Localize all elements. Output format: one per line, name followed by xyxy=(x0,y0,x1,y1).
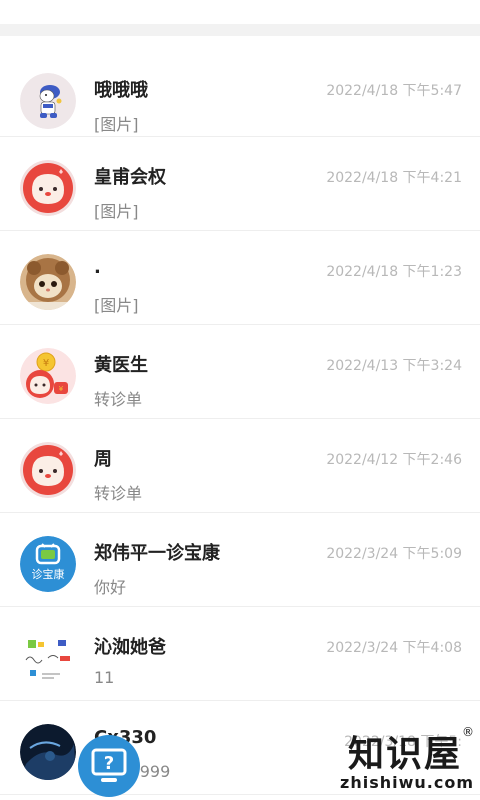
message-time: 2022/4/13 下午3:24 xyxy=(326,358,462,374)
conversation-item[interactable]: 沁洳她爸 11 2022/3/24 下午4:08 xyxy=(0,607,480,701)
cartoon-rabbit-icon xyxy=(20,73,76,129)
contact-name: . xyxy=(94,257,101,278)
avatar xyxy=(20,73,76,129)
message-time: 2022/3/24 下午5:09 xyxy=(326,546,462,562)
message-preview: [图片] xyxy=(94,115,139,134)
message-preview: 你好 xyxy=(94,578,127,597)
contact-name: 皇甫会权 xyxy=(94,167,166,188)
message-time: 2022/4/18 下午4:21 xyxy=(326,170,462,186)
chat-list-screen: 哦哦哦 [图片] 2022/4/18 下午5:47 皇甫会权 [图片] 2022… xyxy=(0,0,480,800)
coin-face-icon: ¥ ¥ xyxy=(20,348,76,404)
cat-hood-icon xyxy=(20,254,76,310)
section-divider xyxy=(0,24,480,36)
conversation-item[interactable]: 周 转诊单 2022/4/12 下午2:46 xyxy=(0,419,480,513)
message-time: 2022/4/18 下午1:23 xyxy=(326,264,462,280)
red-face-icon xyxy=(20,160,76,216)
message-preview: 11 xyxy=(94,668,115,687)
message-preview: 转诊单 xyxy=(94,484,143,503)
contact-name: 沁洳她爸 xyxy=(94,637,166,658)
zhenbaokang-logo-text: 诊宝康 xyxy=(32,567,65,581)
svg-text:?: ? xyxy=(104,753,114,774)
message-time: 2022/3/24 下午4:08 xyxy=(326,640,462,656)
message-time: 2022/4/18 下午5:47 xyxy=(326,83,462,99)
avatar: ¥ ¥ xyxy=(20,348,76,404)
svg-text:¥: ¥ xyxy=(59,385,64,393)
contact-name: 郑伟平一诊宝康 xyxy=(94,543,220,564)
avatar: 诊宝康 xyxy=(20,536,76,592)
top-bar xyxy=(0,0,480,24)
conversation-item[interactable]: . [图片] 2022/4/18 下午1:23 xyxy=(0,231,480,325)
avatar xyxy=(20,254,76,310)
avatar xyxy=(20,630,76,686)
conversation-item[interactable]: 诊宝康 郑伟平一诊宝康 你好 2022/3/24 下午5:09 xyxy=(0,513,480,607)
sketch-icon xyxy=(20,630,76,686)
watermark: 知识屋® zhishiwu.com xyxy=(340,725,474,792)
contact-name: 黄医生 xyxy=(94,355,148,376)
contact-name: 哦哦哦 xyxy=(94,80,148,101)
message-preview: [图片] xyxy=(94,296,139,315)
avatar xyxy=(20,160,76,216)
conversation-item[interactable]: ¥ ¥ 黄医生 转诊单 2022/4/13 下午3:24 xyxy=(0,325,480,419)
watermark-logo-icon: ? xyxy=(78,735,140,797)
svg-text:¥: ¥ xyxy=(43,358,49,369)
dark-photo-icon xyxy=(20,724,76,780)
watermark-registered: ® xyxy=(462,725,474,739)
conversation-item[interactable]: 哦哦哦 [图片] 2022/4/18 下午5:47 xyxy=(0,36,480,137)
avatar xyxy=(20,724,76,780)
watermark-cn: 知识屋 xyxy=(347,733,462,775)
avatar xyxy=(20,442,76,498)
watermark-en: zhishiwu.com xyxy=(340,773,474,792)
message-time: 2022/4/12 下午2:46 xyxy=(326,452,462,468)
message-preview: [图片] xyxy=(94,202,139,221)
conversation-list: 哦哦哦 [图片] 2022/4/18 下午5:47 皇甫会权 [图片] 2022… xyxy=(0,36,480,795)
zhenbaokang-logo-icon: 诊宝康 xyxy=(20,536,76,592)
message-preview: 转诊单 xyxy=(94,390,143,409)
watermark-cn-row: 知识屋® xyxy=(340,725,474,777)
red-face-icon xyxy=(20,442,76,498)
conversation-item[interactable]: 皇甫会权 [图片] 2022/4/18 下午4:21 xyxy=(0,137,480,231)
contact-name: 周 xyxy=(94,449,112,470)
